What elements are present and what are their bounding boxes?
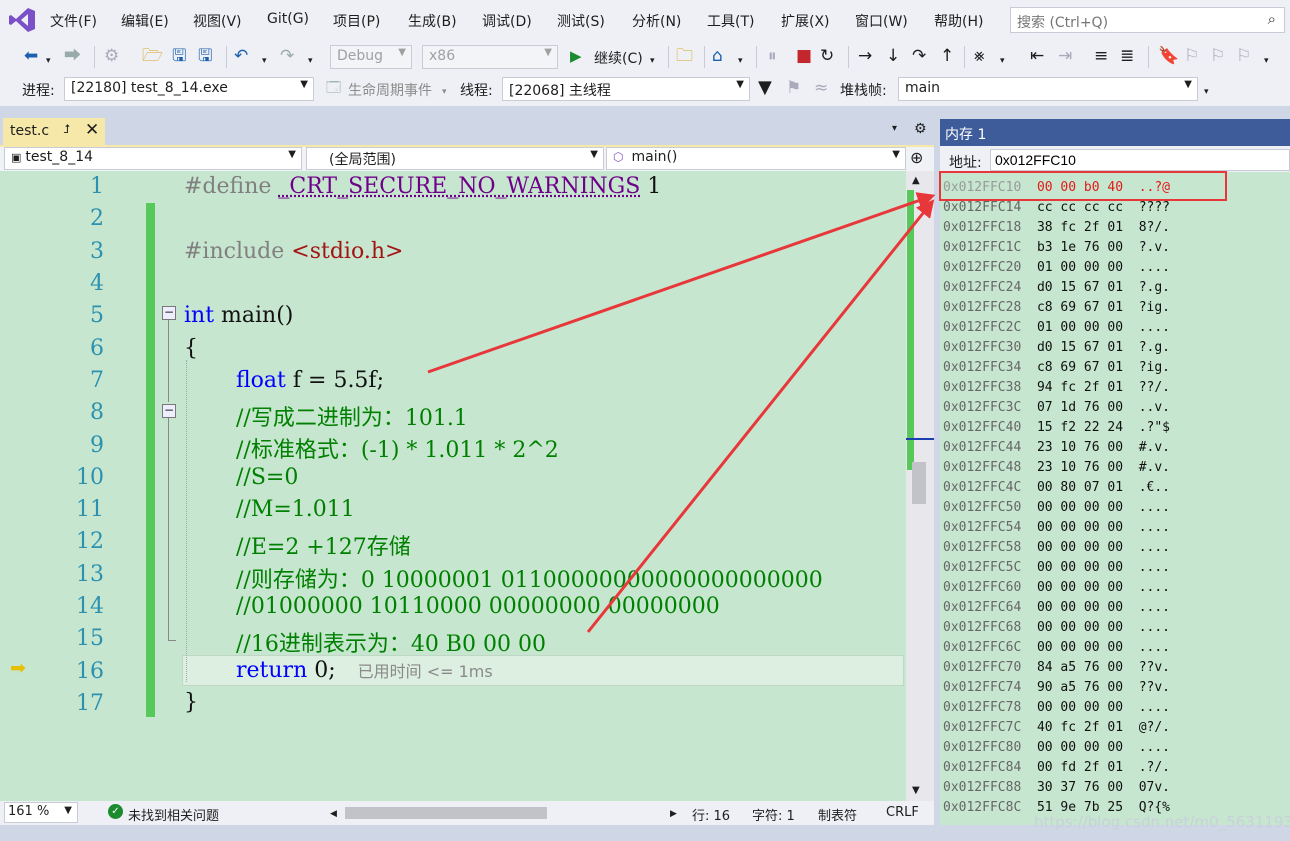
annotation-arrow	[427, 192, 936, 374]
highlight-box	[939, 171, 1227, 201]
annotation-arrow	[586, 199, 935, 633]
watermark: https://blog.csdn.net/m0_56311933	[1034, 813, 1290, 831]
annotation-overlay	[427, 171, 1227, 633]
